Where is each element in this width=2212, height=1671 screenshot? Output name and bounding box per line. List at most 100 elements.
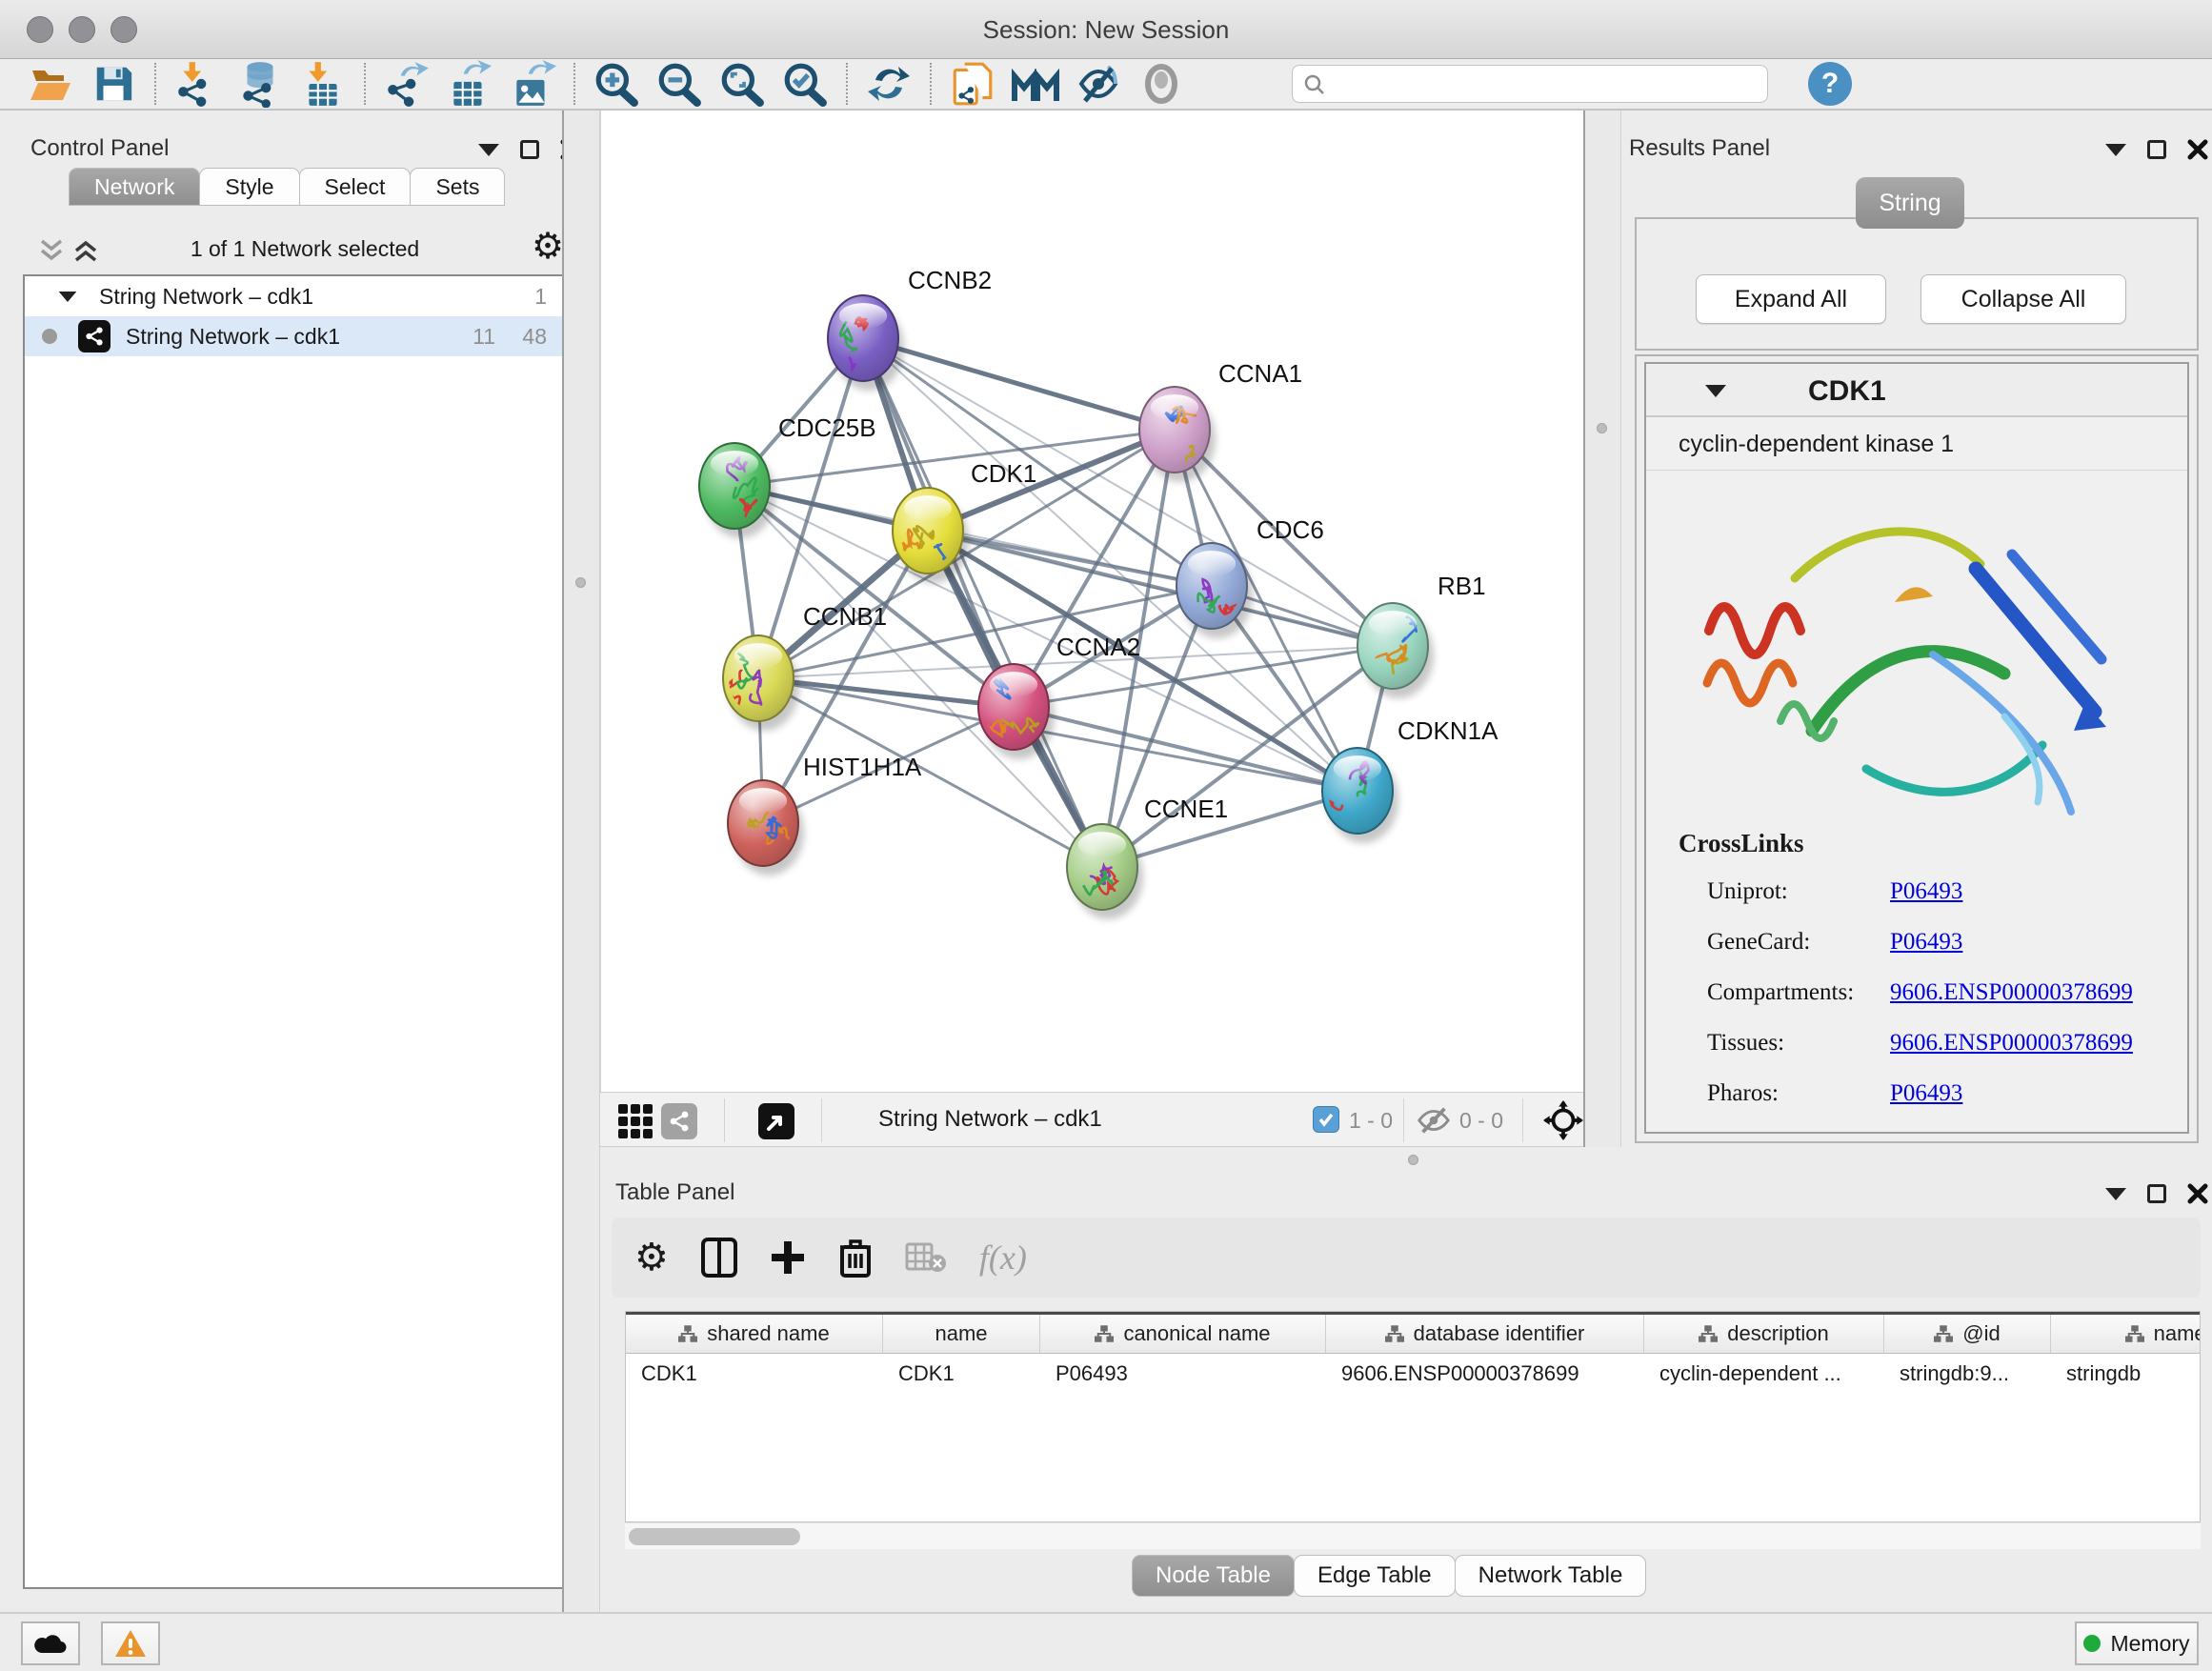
column-header-canonical-name[interactable]: canonical name (1040, 1315, 1326, 1353)
collapse-panel-icon[interactable] (2105, 144, 2126, 156)
crosslink-row: Tissues:9606.ENSP00000378699 (1646, 1020, 2187, 1071)
export-table-button[interactable] (443, 60, 496, 108)
expand-all-networks-icon[interactable] (72, 238, 99, 263)
import-table-button[interactable] (296, 60, 350, 108)
graph-edge-CDC6-CCNB1[interactable] (758, 586, 1212, 678)
right-splitter-handle[interactable] (1597, 423, 1607, 433)
eye-icon[interactable] (1135, 60, 1188, 108)
table-h-scrollbar-thumb[interactable] (629, 1528, 800, 1545)
network-collection-row[interactable]: String Network – cdk1 1 (25, 276, 570, 316)
float-panel-icon[interactable] (520, 140, 539, 159)
graph-node-label: HIST1H1A (803, 753, 922, 781)
graph-edge-CDKN1A-CCNE1[interactable] (1102, 791, 1357, 867)
shared-column-icon (2125, 1324, 2144, 1343)
export-image-button[interactable] (506, 60, 559, 108)
graph-node-CCNE1[interactable] (1067, 824, 1143, 919)
close-panel-icon[interactable] (2187, 1183, 2208, 1204)
zoom-fit-button[interactable] (715, 60, 769, 108)
birds-eye-view-icon[interactable] (617, 1103, 654, 1139)
collapse-panel-icon[interactable] (478, 144, 499, 156)
graph-edge-CCNB2-CCNA1[interactable] (863, 338, 1175, 430)
collapse-entry-icon[interactable] (1705, 385, 1726, 397)
graph-node-CDC25B[interactable] (699, 443, 775, 538)
network-canvas[interactable]: CCNB2CCNA1CDC25BCDK1CDC6RB1CCNB1CCNA2CDK… (600, 111, 1583, 1092)
network-row[interactable]: String Network – cdk1 11 48 (25, 316, 570, 356)
column-header-description[interactable]: description (1644, 1315, 1884, 1353)
crosslink-value-link[interactable]: P06493 (1890, 929, 1962, 956)
collapse-all-button[interactable]: Collapse All (1920, 274, 2126, 324)
crosslink-value-link[interactable]: P06493 (1890, 878, 1962, 905)
network-edge-count: 48 (522, 324, 547, 350)
close-panel-icon[interactable] (2187, 139, 2208, 160)
graph-node-CCNB2[interactable] (827, 295, 904, 391)
float-panel-icon[interactable] (2147, 140, 2166, 159)
collapse-panel-icon[interactable] (2105, 1188, 2126, 1200)
tree-expand-icon[interactable] (59, 291, 77, 301)
zoom-out-button[interactable] (653, 60, 706, 108)
column-header-namespace[interactable]: namespace (2051, 1315, 2201, 1353)
network-options-gear-icon[interactable]: ⚙ (532, 225, 564, 268)
table-row[interactable]: CDK1CDK1P064939606.ENSP00000378699cyclin… (626, 1354, 2200, 1394)
float-panel-icon[interactable] (2147, 1184, 2166, 1203)
crosslink-value-link[interactable]: 9606.ENSP00000378699 (1890, 1030, 2133, 1057)
tab-select[interactable]: Select (299, 168, 412, 206)
graph-edge-CCNB2-CCNE1[interactable] (863, 338, 1102, 867)
network-node-count: 11 (473, 324, 495, 350)
hide-unhide-icon[interactable] (1072, 60, 1125, 108)
collapse-all-networks-icon[interactable] (38, 238, 65, 263)
crosslink-value-link[interactable]: 9606.ENSP00000378699 (1890, 979, 2133, 1006)
import-network-from-database-button[interactable] (233, 60, 287, 108)
network-share-icon[interactable] (661, 1103, 697, 1139)
column-header--id[interactable]: @id (1884, 1315, 2051, 1353)
tab-sets[interactable]: Sets (410, 168, 505, 206)
tab-network-table[interactable]: Network Table (1455, 1555, 1647, 1597)
clone-network-button[interactable] (946, 60, 999, 108)
memory-button[interactable]: Memory (2075, 1621, 2199, 1665)
cloud-button[interactable] (21, 1621, 80, 1665)
refresh-view-button[interactable] (862, 60, 915, 108)
graph-node-CDKN1A[interactable] (1310, 748, 1398, 843)
tab-style[interactable]: Style (199, 168, 299, 206)
tab-network[interactable]: Network (69, 168, 200, 206)
expand-all-button[interactable]: Expand All (1696, 274, 1886, 324)
column-header-name[interactable]: name (883, 1315, 1040, 1353)
table-options-gear-icon[interactable]: ⚙ (634, 1236, 669, 1279)
tab-string[interactable]: String (1856, 177, 1964, 229)
column-header-shared-name[interactable]: shared name (626, 1315, 883, 1353)
warnings-button[interactable] (101, 1621, 160, 1665)
string-protein-query-icon[interactable] (1009, 60, 1062, 108)
graph-node-label: CCNB1 (803, 602, 887, 631)
export-network-button[interactable] (380, 60, 433, 108)
selected-count-checkbox[interactable] (1313, 1106, 1339, 1133)
node-result-header[interactable]: CDK1 (1646, 364, 2187, 417)
left-splitter[interactable] (562, 111, 600, 1612)
create-column-icon[interactable] (770, 1239, 806, 1276)
save-session-button[interactable] (87, 60, 140, 108)
status-bar: Memory (0, 1612, 2212, 1671)
tab-edge-table[interactable]: Edge Table (1294, 1555, 1456, 1597)
tab-node-table[interactable]: Node Table (1132, 1555, 1295, 1597)
fit-selected-crosshair-icon[interactable] (1543, 1100, 1583, 1140)
graph-node-HIST1H1A[interactable] (728, 780, 804, 876)
horizontal-splitter-handle[interactable] (1408, 1155, 1418, 1165)
column-header-database-identifier[interactable]: database identifier (1326, 1315, 1644, 1353)
delete-table-icon-disabled (905, 1240, 947, 1275)
delete-column-icon[interactable] (838, 1238, 873, 1278)
open-view-in-window-icon[interactable] (758, 1103, 794, 1139)
crosslink-row: Uniprot:P06493 (1646, 869, 2187, 919)
import-network-button[interactable] (171, 60, 224, 108)
help-button[interactable]: ? (1808, 62, 1852, 106)
crosslink-value-link[interactable]: P06493 (1890, 1080, 1962, 1107)
left-splitter-handle[interactable] (575, 577, 586, 588)
table-h-scrollbar[interactable] (625, 1522, 2201, 1549)
zoom-in-button[interactable] (590, 60, 643, 108)
show-columns-icon[interactable] (701, 1238, 737, 1278)
open-session-button[interactable] (24, 60, 77, 108)
graph-node-label: CCNB2 (908, 266, 992, 294)
graph-node-CCNA2[interactable] (978, 664, 1055, 759)
search-input[interactable] (1292, 65, 1768, 103)
result-description-row: cyclin-dependent kinase 1 (1646, 417, 2187, 471)
zoom-selected-button[interactable] (778, 60, 832, 108)
right-splitter[interactable] (1583, 111, 1621, 1174)
graph-node-RB1[interactable] (1357, 603, 1434, 698)
